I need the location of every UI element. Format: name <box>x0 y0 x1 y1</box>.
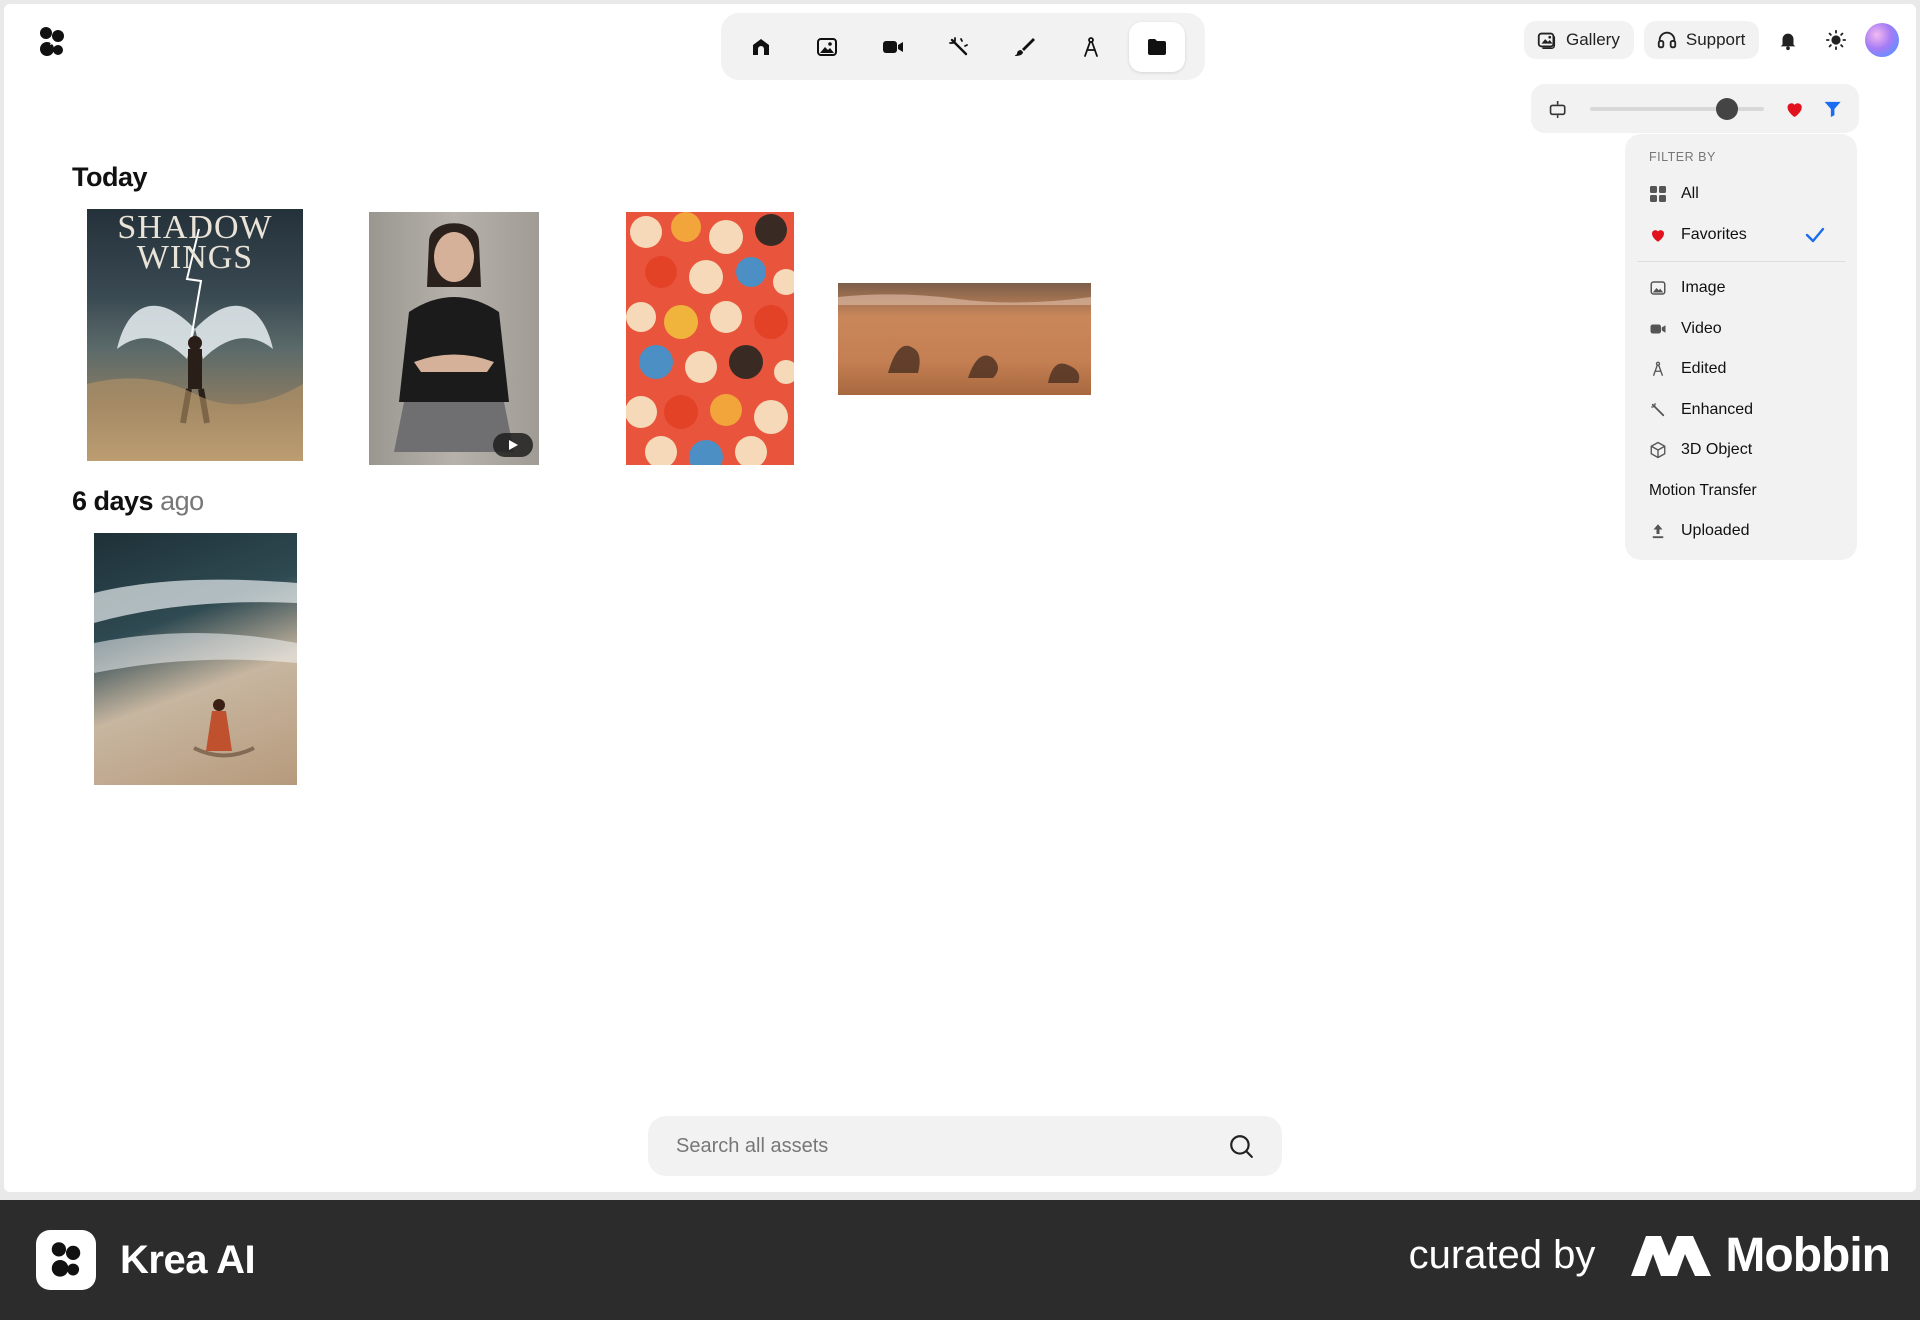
poster-title-line2: WINGS <box>136 239 254 276</box>
asset-thumbnail-poster[interactable]: SHADOW WINGS <box>87 209 303 461</box>
mobbin-wordmark: Mobbin <box>1725 1229 1891 1282</box>
crowd-artwork <box>626 212 794 465</box>
sun-icon <box>1826 29 1847 51</box>
gallery-icon <box>1537 32 1556 49</box>
thumbnail-size-slider[interactable] <box>1590 97 1765 120</box>
poster-title: SHADOW WINGS <box>87 211 303 276</box>
asset-toolbar-bar <box>1531 84 1859 133</box>
magic-wand-icon <box>949 36 968 55</box>
filter-item-all[interactable]: All <box>1637 174 1845 215</box>
video-play-badge <box>493 433 533 457</box>
filter-item-3d-object[interactable]: 3D Object <box>1637 430 1845 471</box>
filter-item-motion-transfer[interactable]: Motion Transfer <box>1637 471 1845 512</box>
filter-item-image[interactable]: Image <box>1637 268 1845 309</box>
filter-label: Enhanced <box>1681 400 1754 418</box>
video-icon <box>1650 324 1666 334</box>
footer-brand-group: Krea AI <box>36 1230 256 1290</box>
nav-video-button[interactable] <box>865 22 921 72</box>
portrait-artwork <box>394 223 514 452</box>
image-icon <box>1650 281 1666 295</box>
filter-dropdown: FILTER BY All Favorites Image Video Edit… <box>1625 134 1857 560</box>
nav-image-button[interactable] <box>799 22 855 72</box>
gallery-button[interactable]: Gallery <box>1524 21 1634 59</box>
search-input[interactable] <box>676 1134 1176 1158</box>
filter-label: Motion Transfer <box>1649 481 1757 499</box>
filter-label: 3D Object <box>1681 441 1753 459</box>
compass-icon <box>1652 361 1664 377</box>
filter-label: Uploaded <box>1681 522 1750 540</box>
folder-icon <box>1148 38 1166 55</box>
notifications-button[interactable] <box>1769 21 1807 59</box>
favorites-heart-icon[interactable] <box>1784 98 1805 120</box>
upload-icon <box>1652 524 1664 539</box>
filter-title: FILTER BY <box>1649 150 1716 164</box>
filter-funnel-icon[interactable] <box>1822 98 1843 120</box>
filter-item-enhanced[interactable]: Enhanced <box>1637 390 1845 431</box>
section-title-6-days-ago: 6 days ago <box>72 486 204 517</box>
play-icon <box>509 440 518 450</box>
desert-artwork <box>838 294 1091 383</box>
filter-label: Favorites <box>1681 225 1747 243</box>
filter-label: Video <box>1681 319 1722 337</box>
grid-icon <box>1650 186 1666 203</box>
filter-item-favorites[interactable]: Favorites <box>1637 215 1845 256</box>
filter-item-edited[interactable]: Edited <box>1637 349 1845 390</box>
home-icon <box>753 38 769 55</box>
brush-icon <box>1015 37 1035 56</box>
nav-train-button[interactable] <box>1063 22 1119 72</box>
app-window: Gallery Support FILTER BY All Favorites … <box>4 4 1916 1192</box>
section-title-days: 6 days <box>72 486 154 516</box>
nav-home-button[interactable] <box>733 22 789 72</box>
support-label: Support <box>1685 30 1746 49</box>
search-icon[interactable] <box>1228 1133 1254 1159</box>
curated-by-label: curated by <box>1408 1233 1596 1277</box>
section-title-today: Today <box>72 162 148 192</box>
main-nav <box>721 13 1205 80</box>
filter-item-uploaded[interactable]: Uploaded <box>1637 511 1845 552</box>
footer-credit: curated by Mobbin <box>1408 1228 1891 1283</box>
nav-edit-button[interactable] <box>997 22 1053 72</box>
krea-logo-icon[interactable] <box>38 26 66 58</box>
checkmark-icon <box>1805 227 1825 242</box>
section-title-ago: ago <box>160 486 204 516</box>
video-icon <box>883 40 903 53</box>
resize-icon[interactable] <box>1547 98 1568 120</box>
mobbin-logo: Mobbin <box>1631 1228 1891 1283</box>
search-bar <box>648 1116 1282 1176</box>
headset-icon <box>1657 31 1677 49</box>
image-icon <box>817 37 837 56</box>
asset-thumbnail-portrait-video[interactable] <box>369 212 539 465</box>
heart-icon <box>1652 229 1664 242</box>
filter-label: Edited <box>1681 360 1727 378</box>
bell-icon <box>1781 33 1796 51</box>
header-actions: Gallery Support <box>1524 21 1900 59</box>
filter-label: Image <box>1681 279 1726 297</box>
filter-label: All <box>1681 185 1699 203</box>
asset-thumbnail-beach[interactable] <box>94 533 297 785</box>
filter-divider <box>1637 261 1845 262</box>
gallery-label: Gallery <box>1566 30 1620 49</box>
asset-thumbnail-crowd[interactable] <box>626 212 794 465</box>
slider-knob[interactable] <box>1716 97 1739 120</box>
cube-icon <box>1650 442 1666 459</box>
theme-toggle-button[interactable] <box>1817 21 1855 59</box>
footer-bar: Krea AI curated by Mobbin <box>0 1200 1920 1320</box>
nav-assets-button[interactable] <box>1129 21 1185 72</box>
nav-enhance-button[interactable] <box>931 22 987 72</box>
krea-logo-mark <box>51 1242 81 1277</box>
magic-wand-icon <box>1651 403 1665 416</box>
mobbin-mark-icon <box>1631 1235 1712 1276</box>
beach-artwork <box>94 579 297 758</box>
filter-item-video[interactable]: Video <box>1637 309 1845 350</box>
asset-thumbnail-desert[interactable] <box>838 283 1091 395</box>
footer-brand-name: Krea AI <box>120 1237 256 1282</box>
compass-icon <box>1084 36 1098 57</box>
user-avatar[interactable] <box>1865 23 1900 57</box>
support-button[interactable]: Support <box>1643 21 1760 59</box>
krea-badge-icon <box>36 1230 96 1290</box>
